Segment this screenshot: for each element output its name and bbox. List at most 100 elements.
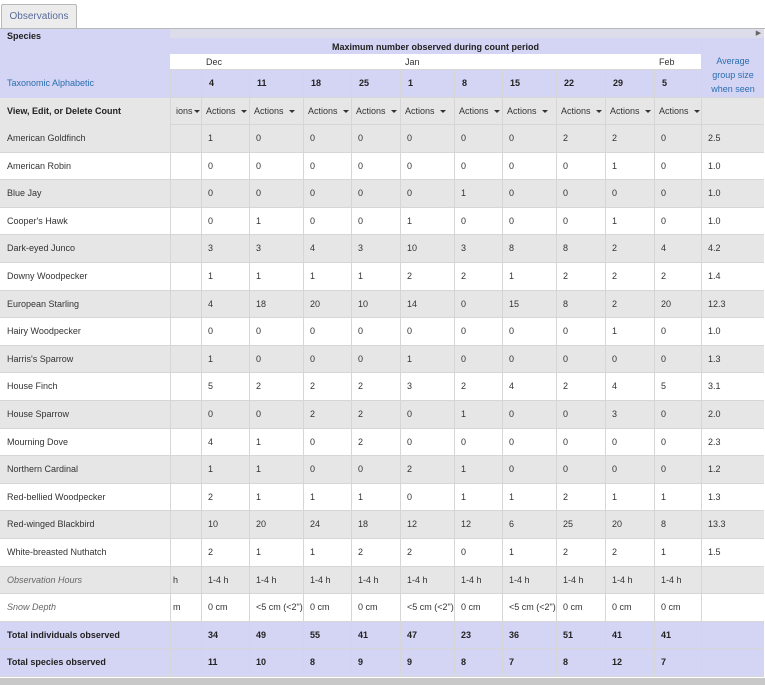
species-row-average: 3.1 — [701, 373, 764, 401]
species-row-value-text: 4 — [612, 381, 618, 391]
species-row-value: 1 — [502, 263, 556, 291]
total-species-row-value-text: 9 — [407, 657, 413, 667]
species-row-value-text: 0 — [256, 354, 262, 364]
observation-hours-row-partial-text: h — [173, 575, 179, 585]
actions-dropdown-text: Actions — [405, 106, 435, 116]
species-row-value-text: 0 — [358, 354, 364, 364]
species-row-value-text: 1 — [358, 492, 364, 502]
actions-dropdown[interactable]: Actions — [454, 98, 502, 125]
species-row-value-text: 0 — [661, 161, 667, 171]
species-row-value-text: 0 — [612, 354, 618, 364]
max-observed-header: Maximum number observed during count per… — [170, 38, 701, 54]
species-row-value: 0 — [654, 401, 701, 429]
total-individuals-row-label-cell: Total individuals observed — [0, 622, 170, 649]
species-row-partial — [170, 291, 201, 318]
bottom-scrollbar[interactable] — [0, 678, 765, 685]
species-row-value: 0 — [654, 318, 701, 346]
species-row-value-text: 0 — [661, 437, 667, 447]
species-row-value: 0 — [502, 456, 556, 484]
total-species-row-value-text: 8 — [461, 657, 467, 667]
species-row-value-text: 0 — [461, 161, 467, 171]
species-row-label-cell: House Finch — [0, 373, 170, 401]
species-row-value-text: 0 — [310, 133, 316, 143]
max-observed-title: Maximum number observed during count per… — [331, 42, 540, 52]
species-row-label-cell-text: Red-bellied Woodpecker — [7, 492, 106, 502]
species-row-value-text: 0 — [563, 354, 569, 364]
species-row-value: 1 — [502, 539, 556, 567]
species-row-value: 1 — [605, 484, 654, 511]
actions-dropdown[interactable]: Actions — [605, 98, 654, 125]
species-row-label-cell: Red-winged Blackbird — [0, 511, 170, 539]
species-row-value-text: 1 — [461, 409, 467, 419]
observation-hours-row-value-text: 1-4 h — [661, 575, 682, 585]
species-row-value-text: 0 — [407, 133, 413, 143]
species-row-value-text: 0 — [407, 437, 413, 447]
species-row-value: 1 — [249, 429, 303, 456]
species-row-value-text: 2 — [612, 299, 618, 309]
species-row-value: 0 — [201, 401, 249, 429]
scroll-right-icon[interactable]: ▶ — [753, 29, 764, 38]
date-header-22: 22 — [556, 70, 605, 98]
taxonomic-alphabetic-link[interactable]: Taxonomic Alphabetic — [0, 79, 94, 88]
species-row-value-text: 0 — [407, 409, 413, 419]
species-row-label-cell-text: Hairy Woodpecker — [7, 326, 81, 336]
date-header-8: 8 — [454, 70, 502, 98]
actions-dropdown[interactable]: Actions — [654, 98, 701, 125]
species-row-value: 2 — [605, 235, 654, 263]
total-species-row-value: 9 — [400, 649, 454, 677]
species-row-value: 2 — [201, 539, 249, 567]
species-row-partial — [170, 401, 201, 429]
species-row-value: 0 — [351, 180, 400, 208]
date-header-11: 11 — [249, 70, 303, 98]
species-row-value-text: 0 — [563, 216, 569, 226]
species-row-value: 0 — [303, 429, 351, 456]
species-row-average: 1.2 — [701, 456, 764, 484]
species-row-value-text: 0 — [310, 464, 316, 474]
species-row-value-text: 2 — [661, 271, 667, 281]
total-individuals-row-value: 41 — [654, 622, 701, 649]
species-row-partial — [170, 180, 201, 208]
species-row-value-text: 2 — [461, 381, 467, 391]
species-row-value: 0 — [654, 346, 701, 373]
species-row-value-text: 6 — [509, 519, 515, 529]
observation-hours-row-value-text: 1-4 h — [358, 575, 379, 585]
species-row-value-text: 0 — [509, 161, 515, 171]
total-species-row-value: 12 — [605, 649, 654, 677]
actions-dropdown[interactable]: Actions — [249, 98, 303, 125]
species-row-value-text: 4 — [208, 299, 214, 309]
actions-dropdown[interactable]: Actions — [556, 98, 605, 125]
species-row-label-cell: House Sparrow — [0, 401, 170, 429]
observation-hours-row-value-text: 1-4 h — [563, 575, 584, 585]
actions-dropdown[interactable]: Actions — [351, 98, 400, 125]
tab-observations[interactable]: Observations — [1, 4, 77, 29]
species-row-value-text: 1 — [612, 492, 618, 502]
species-row-value-text: 0 — [461, 354, 467, 364]
species-row-value-text: 2 — [407, 464, 413, 474]
total-individuals-row-value: 41 — [351, 622, 400, 649]
species-row-value-text: 0 — [407, 492, 413, 502]
species-row-value: 0 — [556, 346, 605, 373]
actions-dropdown[interactable]: Actions — [201, 98, 249, 125]
species-row-value-text: 1 — [256, 271, 262, 281]
snow-depth-row-value-text: 0 cm — [208, 602, 228, 612]
species-row-value: 0 — [556, 401, 605, 429]
species-row-value: 0 — [556, 153, 605, 180]
species-row-value-text: 10 — [208, 519, 219, 529]
date-header-15: 15 — [502, 70, 556, 98]
actions-dropdown[interactable]: Actions — [303, 98, 351, 125]
species-row-label-cell: Harris's Sparrow — [0, 346, 170, 373]
species-row-value-text: 1 — [208, 464, 214, 474]
species-row-average: 4.2 — [701, 235, 764, 263]
observation-hours-row-value-text: 1-4 h — [509, 575, 530, 585]
species-row-label-cell: Downy Woodpecker — [0, 263, 170, 291]
species-row-value: 10 — [400, 235, 454, 263]
species-row-value-text: 0 — [509, 188, 515, 198]
actions-dropdown[interactable]: Actions — [400, 98, 454, 125]
species-row-value: 0 — [454, 208, 502, 235]
species-row-value: 24 — [303, 511, 351, 539]
species-row-label-cell-text: Blue Jay — [7, 188, 42, 198]
actions-dropdown-text: Actions — [206, 106, 236, 116]
actions-dropdown[interactable]: Actions — [502, 98, 556, 125]
species-row-value-text: 2 — [407, 547, 413, 557]
actions-partial[interactable]: ions — [170, 98, 201, 125]
